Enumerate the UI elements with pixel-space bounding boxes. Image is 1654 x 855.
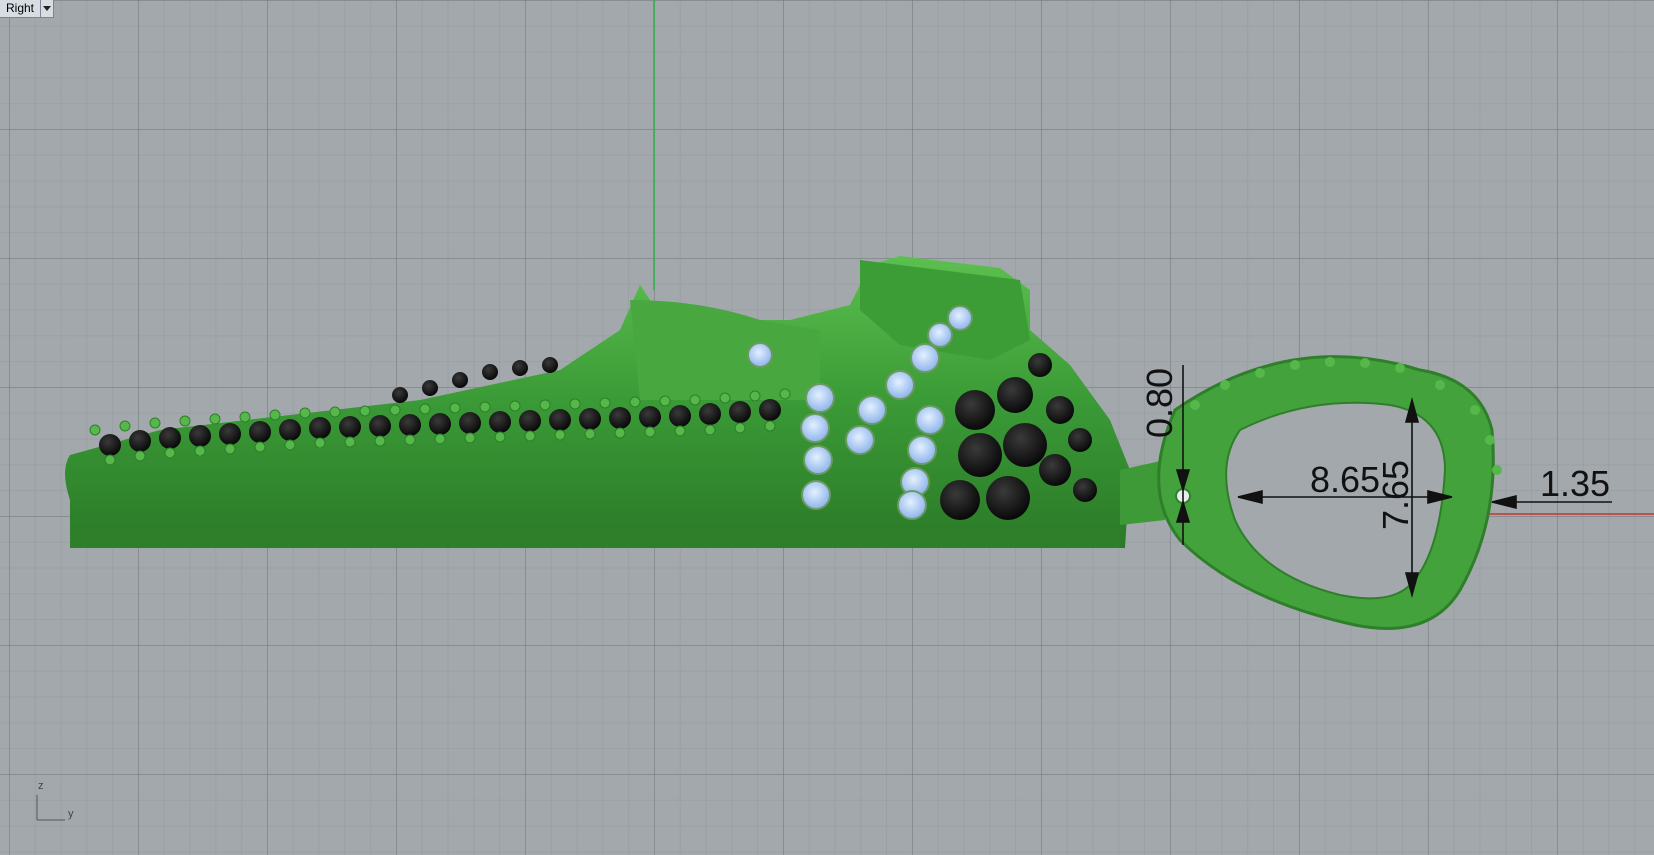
dimension-label-inner-width[interactable]: 8.65: [1310, 462, 1380, 498]
axis-gizmo-icon: [36, 795, 65, 821]
viewport-canvas[interactable]: [0, 0, 1654, 855]
axis-label-z: z: [38, 780, 44, 792]
axis-label-y: y: [68, 808, 74, 820]
dimension-label-inner-height[interactable]: 7.65: [1375, 460, 1416, 530]
dimension-label-gap[interactable]: 0.80: [1139, 368, 1180, 438]
dimension-label-ring-thickness[interactable]: 1.35: [1540, 466, 1610, 502]
